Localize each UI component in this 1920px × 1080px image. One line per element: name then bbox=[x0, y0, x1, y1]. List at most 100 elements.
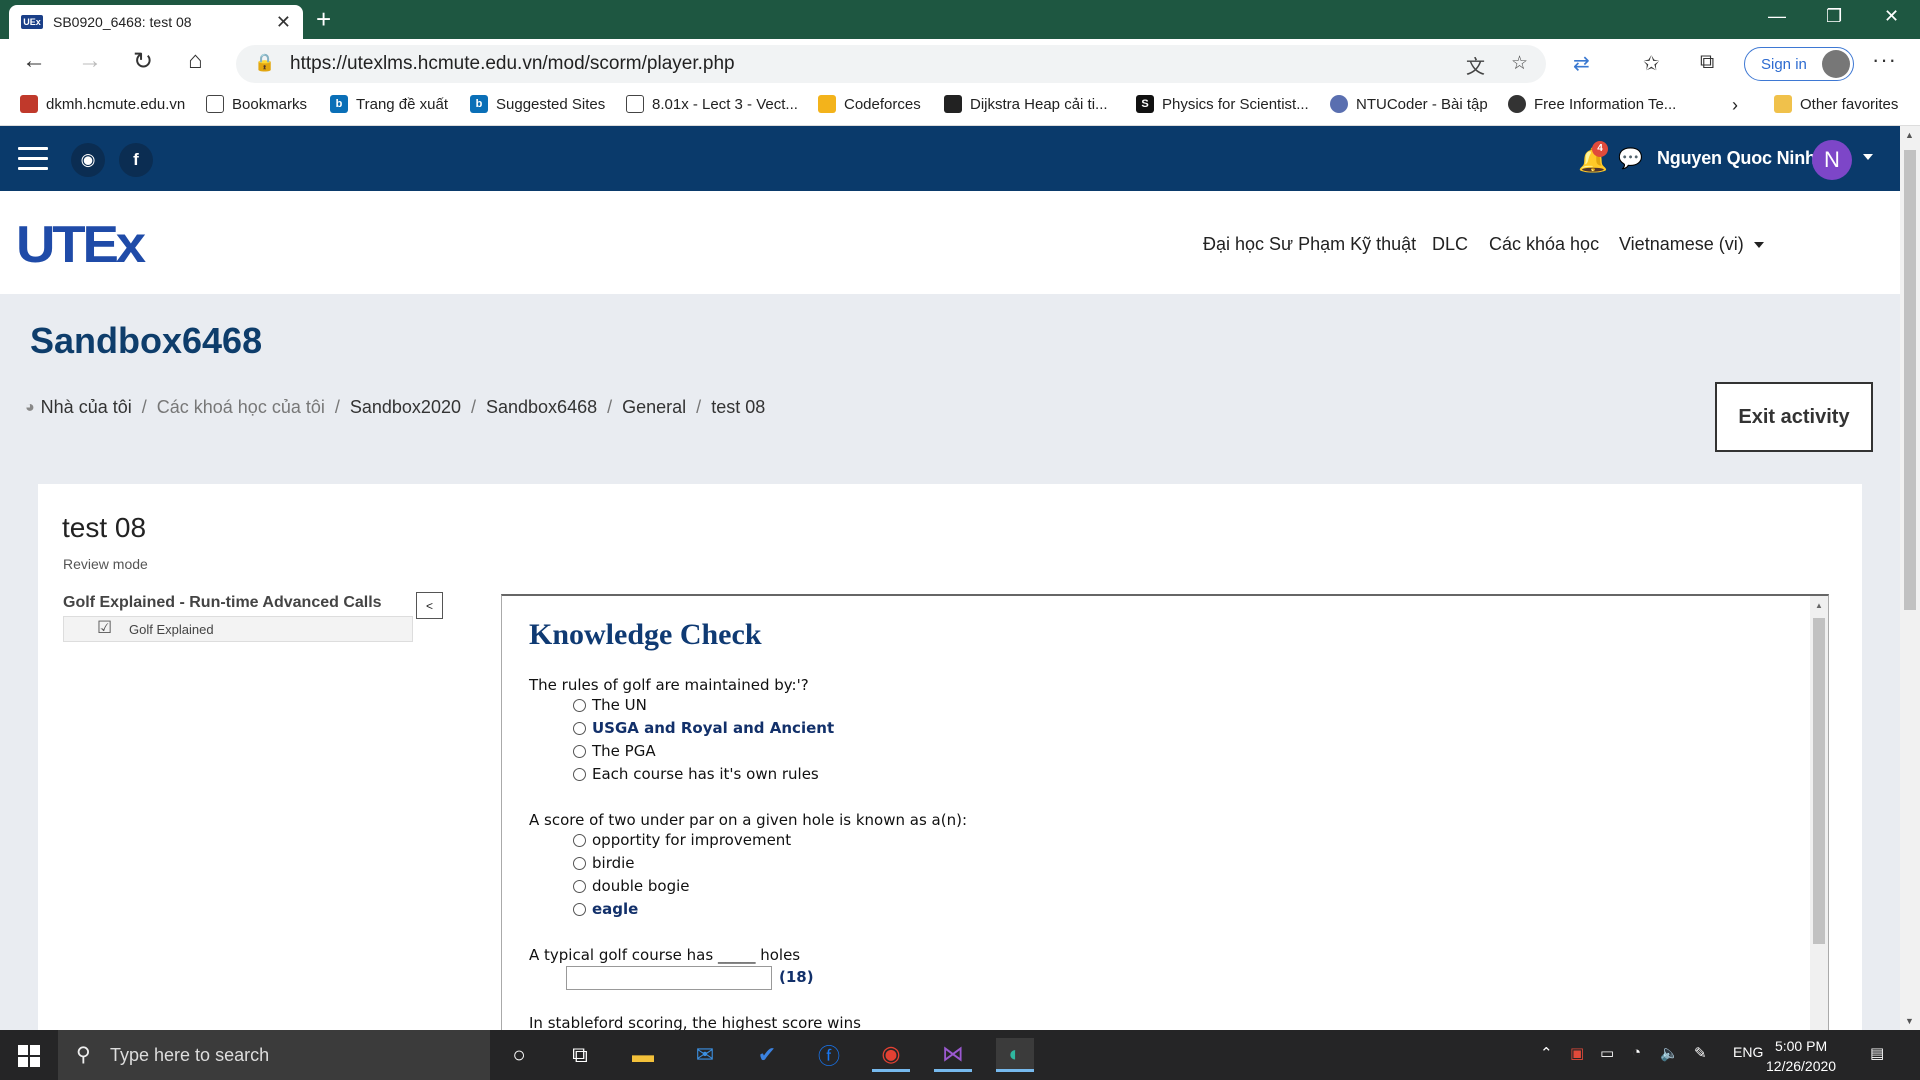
file-explorer-icon[interactable]: ▬ bbox=[624, 1038, 662, 1072]
page-scrollbar[interactable]: ▲ ▼ bbox=[1900, 126, 1920, 1030]
option-radio[interactable]: Each course has it's own rules bbox=[573, 765, 819, 783]
user-avatar[interactable]: N bbox=[1812, 140, 1852, 180]
chrome-icon[interactable]: ◉ bbox=[872, 1038, 910, 1072]
option-radio[interactable]: double bogie bbox=[573, 877, 690, 895]
sign-in-button[interactable]: Sign in bbox=[1744, 47, 1854, 81]
bookmark-item[interactable]: 8.01x - Lect 3 - Vect... bbox=[626, 95, 798, 113]
bookmark-item[interactable]: Codeforces bbox=[818, 95, 921, 113]
notification-bell-icon[interactable]: 🔔 4 bbox=[1578, 141, 1608, 175]
close-window-icon[interactable]: ✕ bbox=[1884, 6, 1899, 27]
sync-icon[interactable]: ⇄ bbox=[1573, 51, 1590, 76]
home-icon[interactable]: ⌂ bbox=[188, 47, 203, 75]
option-radio-correct[interactable]: USGA and Royal and Ancient bbox=[573, 719, 834, 737]
scrollbar-thumb[interactable] bbox=[1904, 150, 1916, 610]
bookmark-item[interactable]: NTUCoder - Bài tập bbox=[1330, 95, 1488, 113]
radio-button[interactable] bbox=[573, 744, 586, 758]
option-radio-correct[interactable]: eagle bbox=[573, 900, 638, 918]
scroll-up-icon[interactable]: ▲ bbox=[1815, 601, 1823, 610]
radio-button[interactable] bbox=[573, 856, 586, 870]
collections-icon[interactable]: ⧉ bbox=[1700, 51, 1714, 74]
scroll-down-icon[interactable]: ▼ bbox=[1905, 1016, 1914, 1026]
tray-app-icon[interactable]: ▣ bbox=[1570, 1044, 1584, 1062]
bookmark-item[interactable]: Free Information Te... bbox=[1508, 95, 1676, 113]
bookmarks-bar: dkmh.hcmute.edu.vn Bookmarks b Trang đề x… bbox=[0, 89, 1920, 126]
bookmark-item[interactable]: b Trang đề xuất bbox=[330, 95, 448, 113]
radio-button[interactable] bbox=[573, 879, 586, 893]
translate-icon[interactable]: ⽂ bbox=[1466, 52, 1485, 79]
language-indicator[interactable]: ENG bbox=[1733, 1044, 1763, 1060]
clock[interactable]: 5:00 PM 12/26/2020 bbox=[1766, 1036, 1836, 1076]
breadcrumb-item[interactable]: test 08 bbox=[711, 397, 765, 418]
frame-scrollbar[interactable]: ▲ bbox=[1810, 596, 1828, 1030]
back-icon[interactable]: ← bbox=[22, 47, 46, 75]
radio-button[interactable] bbox=[573, 698, 586, 712]
breadcrumb-item[interactable]: Sandbox6468 bbox=[486, 397, 597, 418]
answer-input[interactable] bbox=[566, 966, 772, 990]
toc-item[interactable]: ☑ Golf Explained bbox=[63, 616, 413, 642]
cortana-icon[interactable]: ○ bbox=[500, 1038, 538, 1072]
option-radio[interactable]: opportity for improvement bbox=[573, 831, 791, 849]
bookmark-item[interactable]: Dijkstra Heap cải ti... bbox=[944, 95, 1108, 113]
mail-icon[interactable]: ✉ bbox=[686, 1038, 724, 1072]
exit-activity-button[interactable]: Exit activity bbox=[1715, 382, 1873, 452]
facebook-icon[interactable]: f bbox=[119, 143, 153, 177]
bookmark-item[interactable]: dkmh.hcmute.edu.vn bbox=[20, 95, 185, 113]
visual-studio-icon[interactable]: ⋈ bbox=[934, 1038, 972, 1072]
task-view-icon[interactable]: ⧉ bbox=[561, 1038, 599, 1072]
edge-icon[interactable]: ◐ bbox=[996, 1038, 1034, 1072]
minimize-icon[interactable]: — bbox=[1768, 6, 1786, 27]
bookmark-item[interactable]: S Physics for Scientist... bbox=[1136, 95, 1309, 113]
wifi-icon[interactable]: ◔ bbox=[1632, 1044, 1641, 1061]
option-label: opportity for improvement bbox=[592, 831, 792, 849]
favorite-star-icon[interactable]: ☆ bbox=[1511, 52, 1528, 75]
forward-icon[interactable]: → bbox=[78, 47, 102, 75]
breadcrumb-item[interactable]: Sandbox2020 bbox=[350, 397, 461, 418]
activity-title: test 08 bbox=[62, 512, 147, 543]
chevron-up-icon[interactable]: ⌃ bbox=[1540, 1044, 1553, 1062]
nav-item-dlc[interactable]: DLC bbox=[1432, 234, 1468, 255]
option-radio[interactable]: The PGA bbox=[573, 742, 656, 760]
toc-toggle-button[interactable]: < bbox=[416, 592, 443, 619]
nav-item-language[interactable]: Vietnamese (vi) bbox=[1619, 234, 1764, 255]
globe-icon[interactable]: ◉ bbox=[71, 143, 105, 177]
option-radio[interactable]: birdie bbox=[573, 854, 635, 872]
facebook-app-icon[interactable]: ⓕ bbox=[810, 1038, 848, 1072]
new-tab-icon[interactable]: + bbox=[316, 4, 331, 35]
user-name[interactable]: Nguyen Quoc Ninh bbox=[1657, 148, 1816, 169]
breadcrumb-item[interactable]: Các khoá học của tôi bbox=[157, 397, 325, 418]
scroll-up-icon[interactable]: ▲ bbox=[1905, 130, 1914, 140]
favorites-icon[interactable]: ✩ bbox=[1643, 51, 1660, 76]
nav-item-university[interactable]: Đại học Sư Phạm Kỹ thuật bbox=[1203, 234, 1416, 255]
bookmark-item[interactable]: Bookmarks bbox=[206, 95, 307, 113]
battery-icon[interactable]: ▭ bbox=[1600, 1044, 1614, 1062]
refresh-icon[interactable]: ↻ bbox=[133, 47, 153, 76]
user-menu-caret-icon[interactable] bbox=[1863, 154, 1873, 160]
radio-button[interactable] bbox=[573, 902, 586, 916]
restore-icon[interactable]: ❐ bbox=[1826, 6, 1842, 27]
todo-icon[interactable]: ✔ bbox=[748, 1038, 786, 1072]
pen-icon[interactable]: ✎ bbox=[1694, 1044, 1707, 1062]
option-radio[interactable]: The UN bbox=[573, 696, 647, 714]
close-tab-icon[interactable]: ✕ bbox=[276, 12, 291, 33]
messages-icon[interactable]: 💬 bbox=[1618, 146, 1643, 171]
notifications-icon[interactable]: ▤ bbox=[1870, 1044, 1884, 1062]
more-menu-icon[interactable]: ··· bbox=[1872, 47, 1897, 73]
site-logo[interactable]: UTEx bbox=[16, 215, 146, 275]
chevron-right-icon[interactable]: › bbox=[1732, 95, 1738, 116]
radio-button[interactable] bbox=[573, 767, 586, 781]
bookmark-item[interactable]: b Suggested Sites bbox=[470, 95, 605, 113]
breadcrumb-item[interactable]: General bbox=[622, 397, 686, 418]
scrollbar-thumb[interactable] bbox=[1813, 618, 1825, 944]
nav-item-courses[interactable]: Các khóa học bbox=[1489, 234, 1599, 255]
breadcrumb-item[interactable]: Nhà của tôi bbox=[41, 397, 132, 418]
hamburger-menu-icon[interactable] bbox=[18, 147, 48, 177]
windows-start-icon[interactable] bbox=[18, 1045, 40, 1067]
other-favorites[interactable]: Other favorites bbox=[1774, 95, 1898, 113]
volume-icon[interactable]: 🔈 bbox=[1660, 1044, 1679, 1062]
page-content: ◉ f 🔔 4 💬 Nguyen Quoc Ninh N UTEx Đại học… bbox=[0, 126, 1900, 1030]
browser-tab[interactable]: UEx SB0920_6468: test 08 ✕ bbox=[9, 5, 303, 39]
taskbar-search[interactable]: ⚲ Type here to search bbox=[58, 1030, 490, 1080]
radio-button[interactable] bbox=[573, 721, 586, 735]
url-bar[interactable]: 🔒 https://utexlms.hcmute.edu.vn/mod/scor… bbox=[236, 45, 1546, 83]
radio-button[interactable] bbox=[573, 833, 586, 847]
